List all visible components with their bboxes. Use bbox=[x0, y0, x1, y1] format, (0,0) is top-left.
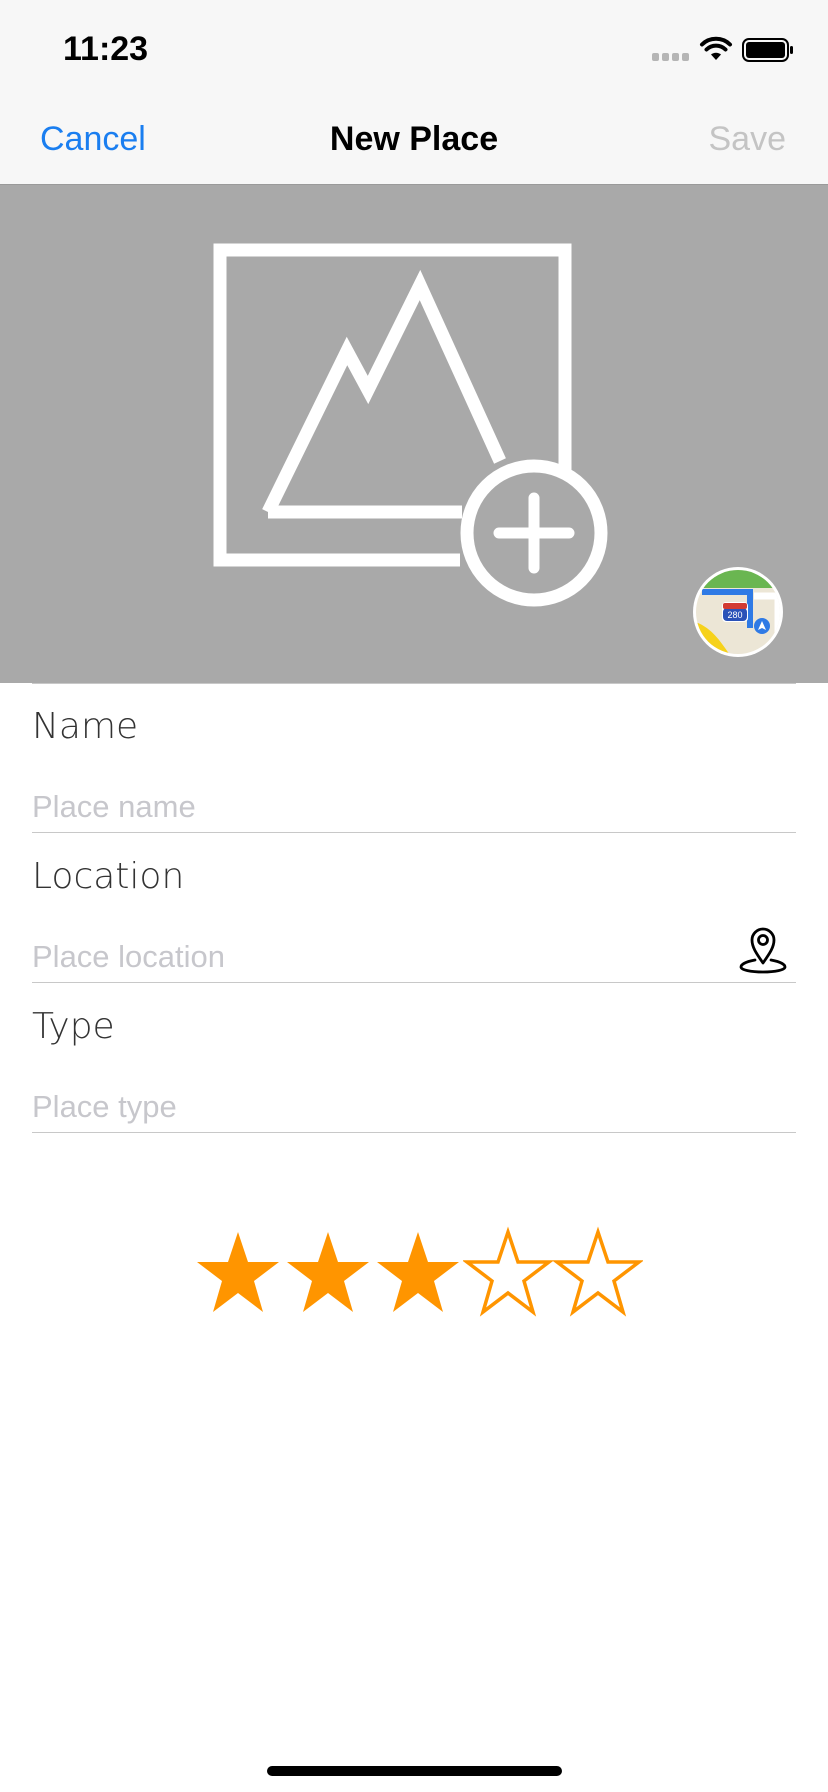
place-location-input[interactable] bbox=[32, 935, 732, 979]
cellular-signal-icon bbox=[652, 53, 689, 61]
location-pin-icon[interactable] bbox=[738, 925, 788, 975]
navigation-bar: Cancel New Place Save bbox=[0, 90, 828, 185]
star-filled-icon[interactable] bbox=[373, 1226, 463, 1318]
place-type-input[interactable] bbox=[32, 1085, 732, 1129]
home-indicator bbox=[267, 1766, 562, 1776]
status-time: 11:23 bbox=[63, 30, 149, 68]
star-filled-icon[interactable] bbox=[193, 1226, 283, 1318]
page-title: New Place bbox=[329, 120, 499, 158]
status-bar: 11:23 bbox=[0, 0, 828, 90]
name-field: Name bbox=[32, 683, 796, 833]
battery-icon bbox=[742, 38, 793, 62]
star-empty-icon[interactable] bbox=[553, 1226, 643, 1318]
highway-shield-label: 280 bbox=[727, 610, 742, 620]
star-filled-icon[interactable] bbox=[283, 1226, 373, 1318]
rating-control bbox=[193, 1226, 643, 1318]
map-button[interactable]: 280 bbox=[692, 566, 784, 658]
type-label: Type bbox=[32, 1006, 115, 1047]
divider bbox=[32, 1132, 796, 1133]
add-photo-icon bbox=[213, 243, 608, 607]
place-image-picker[interactable]: 280 bbox=[0, 185, 828, 683]
location-field: Location bbox=[32, 833, 796, 983]
type-field: Type bbox=[32, 983, 796, 1133]
name-label: Name bbox=[32, 706, 139, 747]
location-label: Location bbox=[32, 856, 185, 897]
wifi-icon bbox=[700, 36, 732, 60]
star-empty-icon[interactable] bbox=[463, 1226, 553, 1318]
save-button[interactable]: Save bbox=[709, 120, 787, 159]
place-name-input[interactable] bbox=[32, 785, 732, 829]
